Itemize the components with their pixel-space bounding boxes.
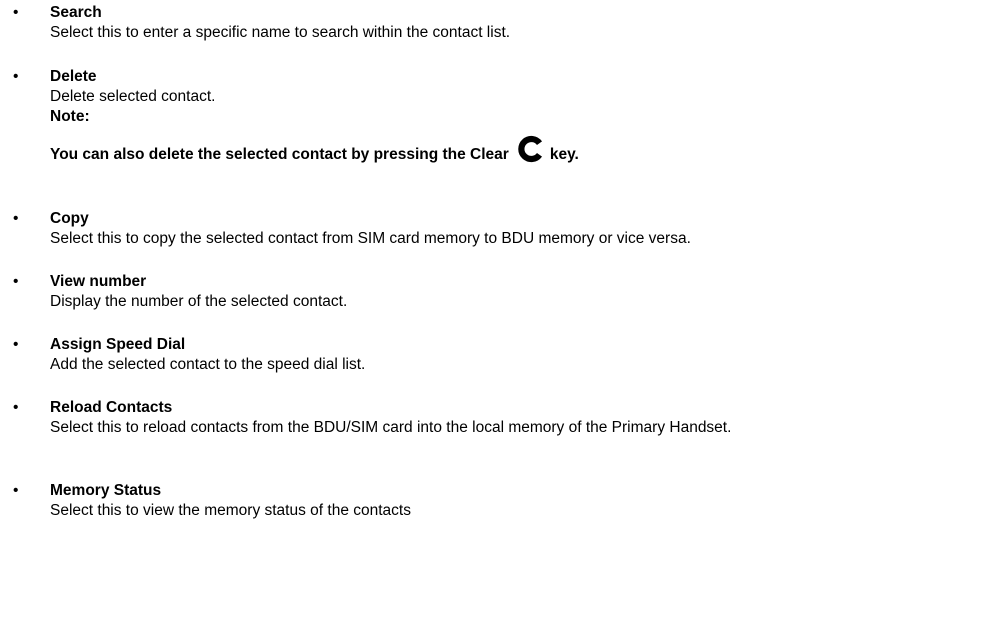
description-view-number: Display the number of the selected conta… xyxy=(50,293,348,310)
description-delete: Delete selected contact. xyxy=(50,88,216,105)
bullet: • xyxy=(13,273,19,290)
document-page: • Search Select this to enter a specific… xyxy=(0,0,997,630)
clear-c-key-icon xyxy=(518,135,544,163)
bullet: • xyxy=(13,399,19,416)
bullet: • xyxy=(13,482,19,499)
note-text: You can also delete the selected contact… xyxy=(50,135,950,169)
term-view-number: View number xyxy=(50,273,147,290)
list-item-content: Assign Speed Dial Add the selected conta… xyxy=(50,335,950,375)
description-memory-status: Select this to view the memory status of… xyxy=(50,502,411,519)
term-copy: Copy xyxy=(50,210,89,227)
description-reload-contacts: Select this to reload contacts from the … xyxy=(50,419,732,436)
list-item-content: Copy Select this to copy the selected co… xyxy=(50,209,950,249)
list-item-content: View number Display the number of the se… xyxy=(50,272,950,312)
list-item-content: Memory Status Select this to view the me… xyxy=(50,481,950,521)
note-text-before: You can also delete the selected contact… xyxy=(50,146,509,163)
note-text-after: key. xyxy=(549,146,579,163)
description-copy: Select this to copy the selected contact… xyxy=(50,230,691,247)
term-delete: Delete xyxy=(50,68,97,85)
bullet: • xyxy=(13,68,19,85)
description-assign-speed-dial: Add the selected contact to the speed di… xyxy=(50,356,366,373)
list-item-content: Search Select this to enter a specific n… xyxy=(50,3,950,43)
list-item-content: Reload Contacts Select this to reload co… xyxy=(50,398,950,438)
bullet: • xyxy=(13,4,19,21)
list-item-content: Delete Delete selected contact. Note: Yo… xyxy=(50,67,950,169)
bullet: • xyxy=(13,210,19,227)
term-memory-status: Memory Status xyxy=(50,482,162,499)
description-search: Select this to enter a specific name to … xyxy=(50,24,511,41)
term-search: Search xyxy=(50,4,102,21)
term-assign-speed-dial: Assign Speed Dial xyxy=(50,336,186,353)
bullet: • xyxy=(13,336,19,353)
note-label: Note: xyxy=(50,108,90,125)
term-reload-contacts: Reload Contacts xyxy=(50,399,173,416)
